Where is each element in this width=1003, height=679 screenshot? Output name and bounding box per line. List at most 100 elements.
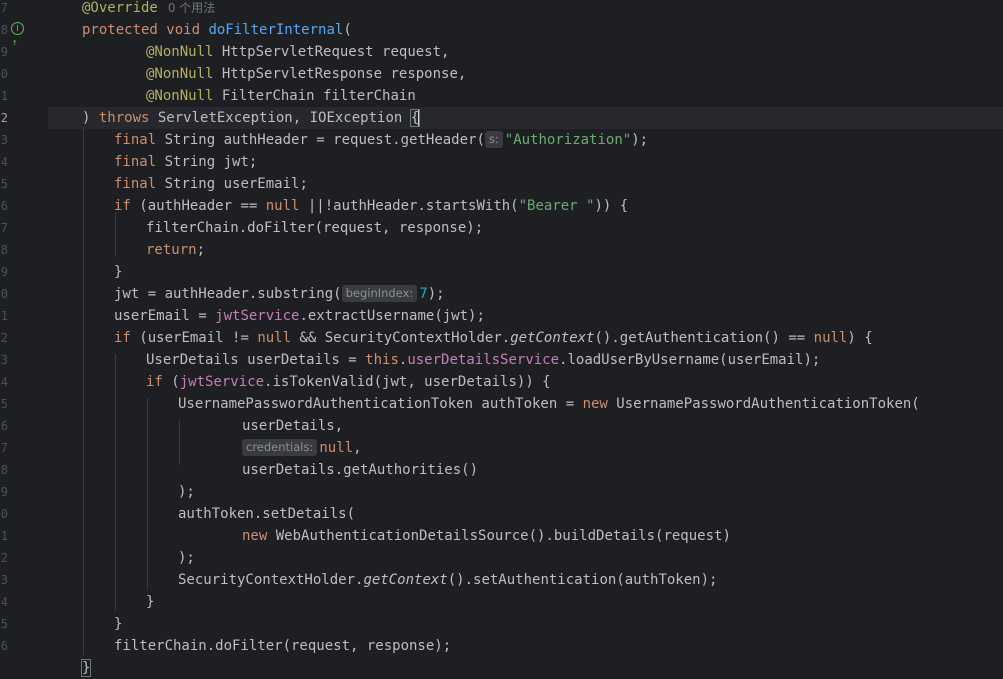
code-text: } (114, 264, 123, 280)
code-text: ); (427, 286, 445, 302)
code-line[interactable]: authToken.setDetails( (48, 503, 1003, 525)
string-literal: "Bearer " (518, 198, 595, 214)
code-line[interactable]: } (48, 613, 1003, 635)
field-reference: jwtService (179, 374, 265, 390)
code-text: ); (178, 550, 195, 566)
keyword: new (242, 528, 268, 544)
text-caret (418, 109, 421, 127)
code-line[interactable]: @NonNull HttpServletResponse response, (48, 63, 1003, 85)
code-line[interactable]: final String userEmail; (48, 173, 1003, 195)
code-text: filterChain.doFilter(request, response); (114, 638, 452, 654)
code-line[interactable]: SecurityContextHolder.getContext().setAu… (48, 569, 1003, 591)
static-method: getContext (510, 330, 595, 346)
code-line[interactable]: protected void doFilterInternal( (48, 19, 1003, 41)
keyword: return (146, 242, 197, 258)
code-text: ().getAuthentication() == (594, 330, 814, 346)
method-name: doFilterInternal (208, 22, 344, 38)
code-line[interactable]: ); (48, 547, 1003, 569)
code-text: ( (171, 374, 180, 390)
keyword: null (265, 198, 300, 214)
code-line-current[interactable]: ) throws ServletException, IOException { (48, 107, 1003, 129)
code-line[interactable]: credentials: null, (48, 437, 1003, 459)
line-number: 0 (0, 287, 8, 301)
code-line[interactable]: userDetails, (48, 415, 1003, 437)
code-line[interactable]: ); (48, 481, 1003, 503)
keyword: null (319, 440, 354, 456)
code-text: jwt = authHeader.substring( (114, 286, 342, 302)
code-text: (authHeader == (139, 198, 266, 214)
line-number: 1 (0, 309, 8, 323)
keyword: null (257, 330, 292, 346)
code-text: } (146, 594, 155, 610)
code-text: ServletException, IOException (157, 110, 411, 126)
line-number: 1 (0, 529, 8, 543)
code-line[interactable]: UserDetails userDetails = this.userDetai… (48, 349, 1003, 371)
code-line[interactable]: filterChain.doFilter(request, response); (48, 635, 1003, 657)
matched-brace: } (80, 659, 92, 677)
code-text: String userEmail; (164, 176, 308, 192)
line-number: 5 (0, 397, 8, 411)
code-line[interactable]: @NonNull FilterChain filterChain (48, 85, 1003, 107)
code-text: } (114, 616, 123, 632)
code-line[interactable]: @NonNull HttpServletRequest request, (48, 41, 1003, 63)
code-text: ) { (847, 330, 873, 346)
keyword: protected (82, 22, 158, 38)
code-line[interactable]: UsernamePasswordAuthenticationToken auth… (48, 393, 1003, 415)
code-text: .extractUsername(jwt); (299, 308, 485, 324)
line-number: 0 (0, 507, 8, 521)
editor-gutter: 7 8 9 0 1 2 3 4 5 6 7 8 9 0 1 2 3 4 5 6 … (0, 0, 48, 665)
line-number: 4 (0, 595, 8, 609)
code-text: ); (631, 132, 649, 148)
code-line[interactable]: @Override 0 个用法 (48, 0, 1003, 19)
code-line[interactable]: } (48, 657, 1003, 679)
usages-hint[interactable]: 0 个用法 (168, 1, 215, 15)
code-line[interactable]: new WebAuthenticationDetailsSource().bui… (48, 525, 1003, 547)
line-number: 7 (0, 441, 8, 455)
line-number: 7 (0, 221, 8, 235)
code-line[interactable]: final String authHeader = request.getHea… (48, 129, 1003, 151)
code-text: ); (178, 484, 195, 500)
line-number: 5 (0, 617, 8, 631)
code-line[interactable]: if (userEmail != null && SecurityContext… (48, 327, 1003, 349)
code-editor[interactable]: @Override 0 个用法 protected void doFilterIn… (48, 0, 1003, 677)
string-literal: "Authorization" (504, 132, 632, 148)
line-number: 8 (0, 243, 8, 257)
line-number: 3 (0, 573, 8, 587)
code-line[interactable]: if (authHeader == null ||!authHeader.sta… (48, 195, 1003, 217)
code-line[interactable]: } (48, 591, 1003, 613)
line-number: 0 (0, 67, 8, 81)
line-number: 2 (0, 111, 8, 125)
keyword: final (114, 154, 157, 170)
keyword: throws (98, 110, 150, 126)
code-text: userDetails, (242, 418, 344, 434)
code-line[interactable]: return; (48, 239, 1003, 261)
parameter-hint: credentials: (242, 439, 318, 456)
override-implementation-icon[interactable]: I↑ (11, 22, 27, 48)
line-number: 2 (0, 551, 8, 565)
line-number: 8 (0, 23, 8, 37)
keyword: new (582, 396, 608, 412)
static-method: getContext (363, 572, 448, 588)
keyword: null (813, 330, 848, 346)
code-text: && SecurityContextHolder. (291, 330, 511, 346)
keyword: this (365, 352, 399, 368)
code-line[interactable]: userDetails.getAuthorities() (48, 459, 1003, 481)
code-line[interactable]: userEmail = jwtService.extractUsername(j… (48, 305, 1003, 327)
code-line[interactable]: if (jwtService.isTokenValid(jwt, userDet… (48, 371, 1003, 393)
parameter-hint: beginIndex: (341, 285, 418, 302)
code-text: UserDetails userDetails = (146, 352, 366, 368)
line-number: 7 (0, 1, 8, 15)
code-text: ; (196, 242, 206, 258)
annotation: @NonNull (146, 66, 214, 82)
code-line[interactable]: } (48, 261, 1003, 283)
line-number: 3 (0, 133, 8, 147)
code-text: response, (390, 66, 467, 82)
line-number: 9 (0, 265, 8, 279)
code-line[interactable]: filterChain.doFilter(request, response); (48, 217, 1003, 239)
code-text: filterChain.doFilter(request, response); (146, 220, 484, 236)
line-number: 5 (0, 177, 8, 191)
code-line[interactable]: jwt = authHeader.substring(beginIndex: 7)… (48, 283, 1003, 305)
line-number: 4 (0, 155, 8, 169)
code-text: UsernamePasswordAuthenticationToken auth… (178, 396, 583, 412)
code-line[interactable]: final String jwt; (48, 151, 1003, 173)
